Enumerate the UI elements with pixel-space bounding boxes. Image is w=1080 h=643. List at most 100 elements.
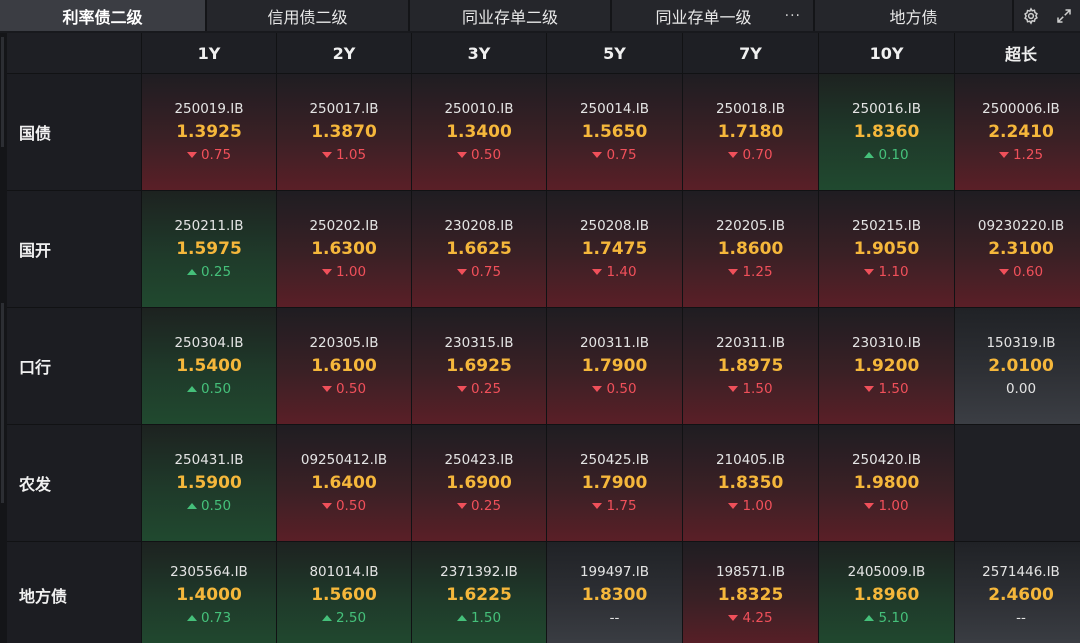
bond-code: 250420.IB (851, 452, 922, 468)
yield-change-value: 0.50 (606, 381, 637, 397)
tab-ncd-primary-label: 同业存单一级 (655, 7, 752, 27)
yield-cell[interactable]: 250202.IB 1.6300 1.00 (277, 191, 411, 307)
yield-change: 1.50 (456, 608, 501, 628)
yield-change: 1.00 (321, 262, 366, 282)
left-strip-mark (1, 303, 4, 503)
column-header-2y[interactable]: 2Y (277, 33, 411, 73)
yield-change: 0.10 (864, 145, 909, 165)
yield-value: 2.2410 (988, 122, 1054, 142)
yield-cell[interactable]: 250017.IB 1.3870 1.05 (277, 74, 411, 190)
yield-cell[interactable]: 250425.IB 1.7900 1.75 (547, 425, 682, 541)
yield-cell[interactable]: 250019.IB 1.3925 0.75 (142, 74, 276, 190)
tab-rate-bond-secondary[interactable]: 利率债二级 (0, 0, 207, 31)
yield-change-value: 0.70 (742, 147, 773, 163)
yield-cell[interactable]: 250018.IB 1.7180 0.70 (683, 74, 818, 190)
bond-code: 801014.IB (309, 564, 379, 580)
yield-change: 0.75 (186, 145, 231, 165)
yield-change-value: 5.10 (878, 610, 909, 626)
yield-cell[interactable]: 250014.IB 1.5650 0.75 (547, 74, 682, 190)
bond-code: 250211.IB (174, 218, 244, 234)
yield-change-value: 1.05 (335, 147, 367, 163)
yield-cell[interactable]: 230315.IB 1.6925 0.25 (412, 308, 546, 424)
yield-cell[interactable]: 250423.IB 1.6900 0.25 (412, 425, 546, 541)
column-header-7y[interactable]: 7Y (683, 33, 818, 73)
tab-ncd-secondary[interactable]: 同业存单二级 (410, 0, 612, 31)
yield-cell[interactable]: 199497.IB 1.8300 -- (547, 542, 682, 643)
yield-change-value: 0.50 (200, 381, 232, 397)
yield-change-value: -- (609, 610, 620, 626)
yield-change: 5.10 (864, 608, 909, 628)
yield-cell[interactable]: 150319.IB 2.0100 0.00 (955, 308, 1080, 424)
yield-cell[interactable]: 09250412.IB 1.6400 0.50 (277, 425, 411, 541)
yield-change: 1.00 (864, 496, 909, 516)
yield-cell[interactable]: 250211.IB 1.5975 0.25 (142, 191, 276, 307)
tab-ncd-primary[interactable]: 同业存单一级 ··· (612, 0, 815, 31)
yield-value: 1.9800 (853, 473, 920, 493)
expand-icon[interactable] (1055, 7, 1073, 25)
triangle-down-icon (592, 386, 603, 392)
yield-change-value: 4.25 (742, 610, 773, 626)
row-label: 地方债 (7, 542, 141, 643)
yield-cell[interactable]: 200311.IB 1.7900 0.50 (547, 308, 682, 424)
tab-local-gov-bond[interactable]: 地方债 (815, 0, 1014, 31)
yield-cell[interactable]: 250215.IB 1.9050 1.10 (819, 191, 954, 307)
yield-cell[interactable]: 250016.IB 1.8360 0.10 (819, 74, 954, 190)
triangle-up-icon (186, 503, 197, 509)
bond-code: 210405.IB (715, 452, 786, 468)
triangle-down-icon (321, 152, 332, 158)
yield-cell[interactable]: 2305564.IB 1.4000 0.73 (142, 542, 276, 643)
yield-cell[interactable]: 250208.IB 1.7475 1.40 (547, 191, 682, 307)
more-icon[interactable]: ··· (785, 8, 801, 24)
yield-change: 1.50 (728, 379, 773, 399)
yield-value: 1.8300 (581, 585, 648, 605)
yield-cell[interactable]: 09230220.IB 2.3100 0.60 (955, 191, 1080, 307)
yield-change-value: 1.50 (742, 381, 773, 397)
bond-code: 250208.IB (579, 218, 650, 234)
yield-cell[interactable]: 250420.IB 1.9800 1.00 (819, 425, 954, 541)
triangle-down-icon (592, 503, 603, 509)
yield-value: 1.7475 (581, 239, 648, 259)
yield-cell[interactable]: 230208.IB 1.6625 0.75 (412, 191, 546, 307)
yield-change-value: 1.00 (878, 498, 909, 514)
triangle-down-icon (728, 152, 739, 158)
bond-code: 198571.IB (715, 564, 786, 580)
yield-value: 1.9200 (853, 356, 920, 376)
yield-cell[interactable]: 198571.IB 1.8325 4.25 (683, 542, 818, 643)
yield-change-value: 0.10 (878, 147, 909, 163)
triangle-down-icon (456, 152, 467, 158)
row-label: 口行 (7, 308, 141, 424)
bond-code: 250019.IB (174, 101, 244, 117)
yield-cell[interactable]: 801014.IB 1.5600 2.50 (277, 542, 411, 643)
triangle-down-icon (592, 269, 603, 275)
yield-change: -- (1016, 608, 1026, 628)
yield-change-value: 0.73 (200, 610, 232, 626)
yield-cell[interactable]: 250431.IB 1.5900 0.50 (142, 425, 276, 541)
yield-change: 1.25 (998, 145, 1043, 165)
yield-cell[interactable]: 220205.IB 1.8600 1.25 (683, 191, 818, 307)
yield-value: 1.3925 (176, 122, 242, 142)
column-header-3y[interactable]: 3Y (412, 33, 546, 73)
bond-code: 230310.IB (851, 335, 922, 351)
column-header-10y[interactable]: 10Y (819, 33, 954, 73)
yield-cell[interactable]: 2405009.IB 1.8960 5.10 (819, 542, 954, 643)
yield-change-value: 0.75 (470, 264, 502, 280)
yield-cell[interactable]: 220305.IB 1.6100 0.50 (277, 308, 411, 424)
column-header-1y[interactable]: 1Y (142, 33, 276, 73)
triangle-down-icon (864, 269, 875, 275)
yield-change: 0.60 (998, 262, 1043, 282)
yield-cell[interactable]: 2371392.IB 1.6225 1.50 (412, 542, 546, 643)
yield-value: 1.9050 (853, 239, 920, 259)
bond-code: 199497.IB (579, 564, 650, 580)
yield-cell[interactable]: 220311.IB 1.8975 1.50 (683, 308, 818, 424)
yield-cell[interactable]: 250304.IB 1.5400 0.50 (142, 308, 276, 424)
bond-yield-panel: 利率债二级 信用债二级 同业存单二级 同业存单一级 ··· 地方债 1Y 2Y … (0, 0, 1080, 643)
yield-cell[interactable]: 210405.IB 1.8350 1.00 (683, 425, 818, 541)
tab-credit-bond-secondary[interactable]: 信用债二级 (207, 0, 410, 31)
yield-cell[interactable]: 250010.IB 1.3400 0.50 (412, 74, 546, 190)
column-header-5y[interactable]: 5Y (547, 33, 682, 73)
yield-cell[interactable]: 2500006.IB 2.2410 1.25 (955, 74, 1080, 190)
gear-icon[interactable] (1022, 6, 1040, 25)
yield-cell[interactable]: 2571446.IB 2.4600 -- (955, 542, 1080, 643)
column-header-ultra-long[interactable]: 超长 (955, 33, 1080, 73)
yield-cell[interactable]: 230310.IB 1.9200 1.50 (819, 308, 954, 424)
